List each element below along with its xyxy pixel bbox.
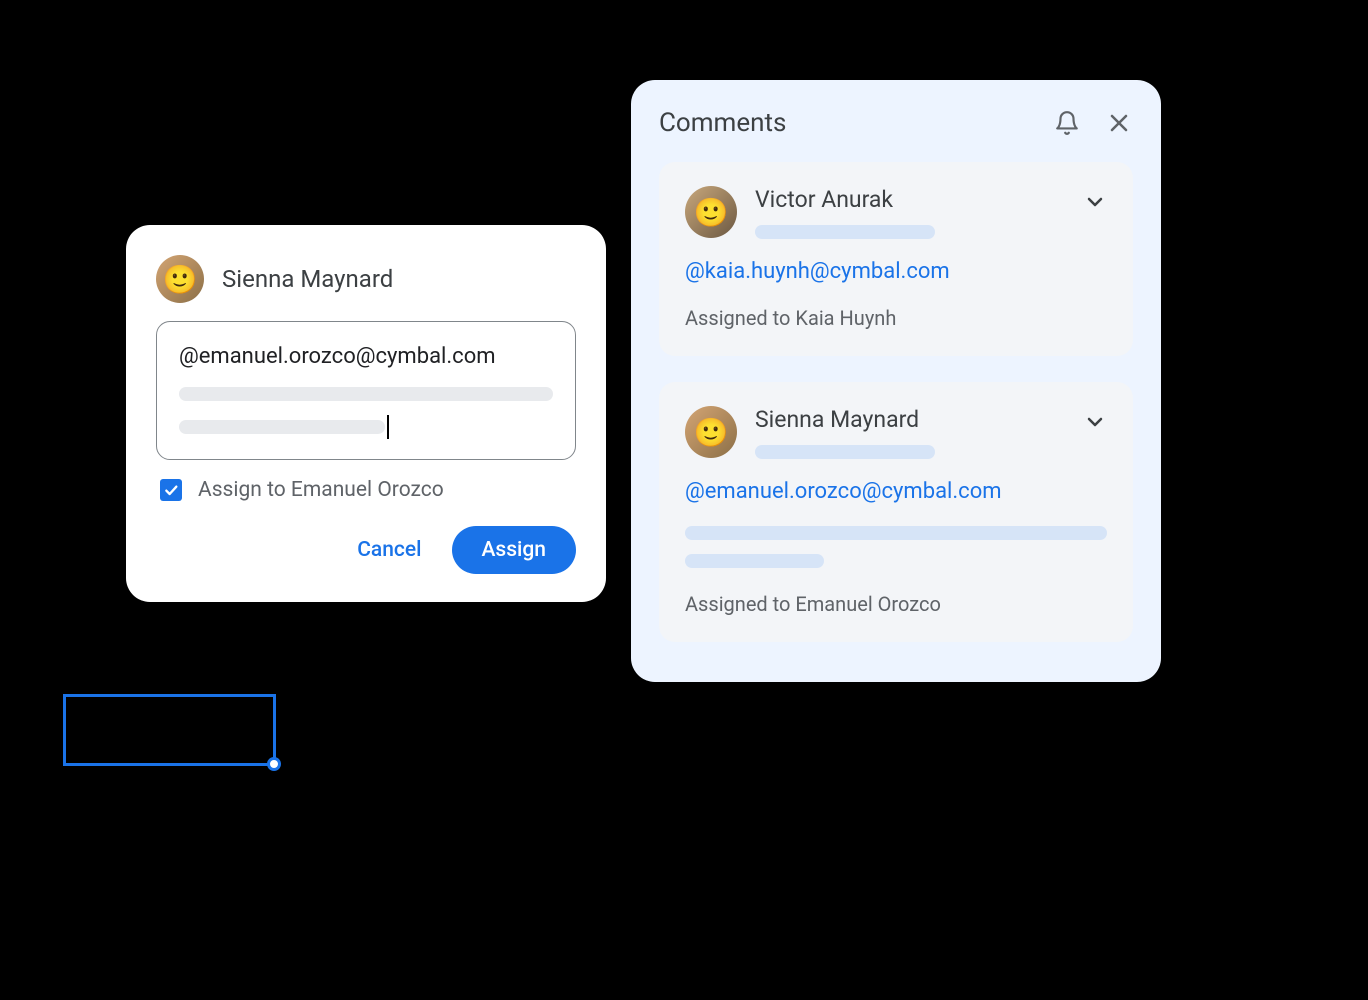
comment-header: 🙂 Victor Anurak (685, 186, 1107, 239)
text-cursor (387, 415, 389, 439)
assign-button[interactable]: Assign (452, 526, 577, 574)
avatar: 🙂 (156, 255, 204, 303)
assign-row: Assign to Emanuel Orozco (156, 478, 576, 502)
comment-mention[interactable]: @emanuel.orozco@cymbal.com (685, 479, 1107, 504)
panel-title: Comments (659, 108, 786, 138)
close-icon[interactable] (1105, 109, 1133, 137)
placeholder-line (179, 387, 553, 401)
placeholder-line (755, 225, 935, 239)
cell-selection (63, 694, 276, 766)
assign-checkbox[interactable] (160, 479, 182, 501)
chevron-down-icon[interactable] (1083, 410, 1107, 438)
avatar: 🙂 (685, 406, 737, 458)
panel-header: Comments (659, 108, 1133, 138)
chevron-down-icon[interactable] (1083, 190, 1107, 218)
avatar: 🙂 (685, 186, 737, 238)
assigned-to-label: Assigned to Emanuel Orozco (685, 592, 1107, 616)
placeholder-line (685, 554, 824, 568)
comment-card[interactable]: 🙂 Sienna Maynard @emanuel.orozco@cymbal.… (659, 382, 1133, 642)
comment-author: Sienna Maynard (755, 406, 1065, 433)
panel-actions (1053, 109, 1133, 137)
comment-header: 🙂 Sienna Maynard (685, 406, 1107, 459)
button-row: Cancel Assign (156, 526, 576, 574)
placeholder-line (685, 526, 1107, 540)
compose-author-name: Sienna Maynard (222, 265, 393, 293)
assign-label: Assign to Emanuel Orozco (198, 478, 444, 502)
cancel-button[interactable]: Cancel (339, 528, 439, 572)
compose-header: 🙂 Sienna Maynard (156, 255, 576, 303)
comments-panel: Comments 🙂 Victor Anurak @kaia.huynh@cym… (631, 80, 1161, 682)
comment-input[interactable]: @emanuel.orozco@cymbal.com (156, 321, 576, 460)
notifications-icon[interactable] (1053, 109, 1081, 137)
comment-compose-card: 🙂 Sienna Maynard @emanuel.orozco@cymbal.… (126, 225, 606, 602)
placeholder-line (755, 445, 935, 459)
placeholder-line (179, 420, 385, 434)
comment-author: Victor Anurak (755, 186, 1065, 213)
comment-mention[interactable]: @kaia.huynh@cymbal.com (685, 259, 1107, 284)
comment-card[interactable]: 🙂 Victor Anurak @kaia.huynh@cymbal.com A… (659, 162, 1133, 356)
mention-text: @emanuel.orozco@cymbal.com (179, 344, 553, 369)
cell-drag-handle[interactable] (267, 757, 281, 771)
assigned-to-label: Assigned to Kaia Huynh (685, 306, 1107, 330)
